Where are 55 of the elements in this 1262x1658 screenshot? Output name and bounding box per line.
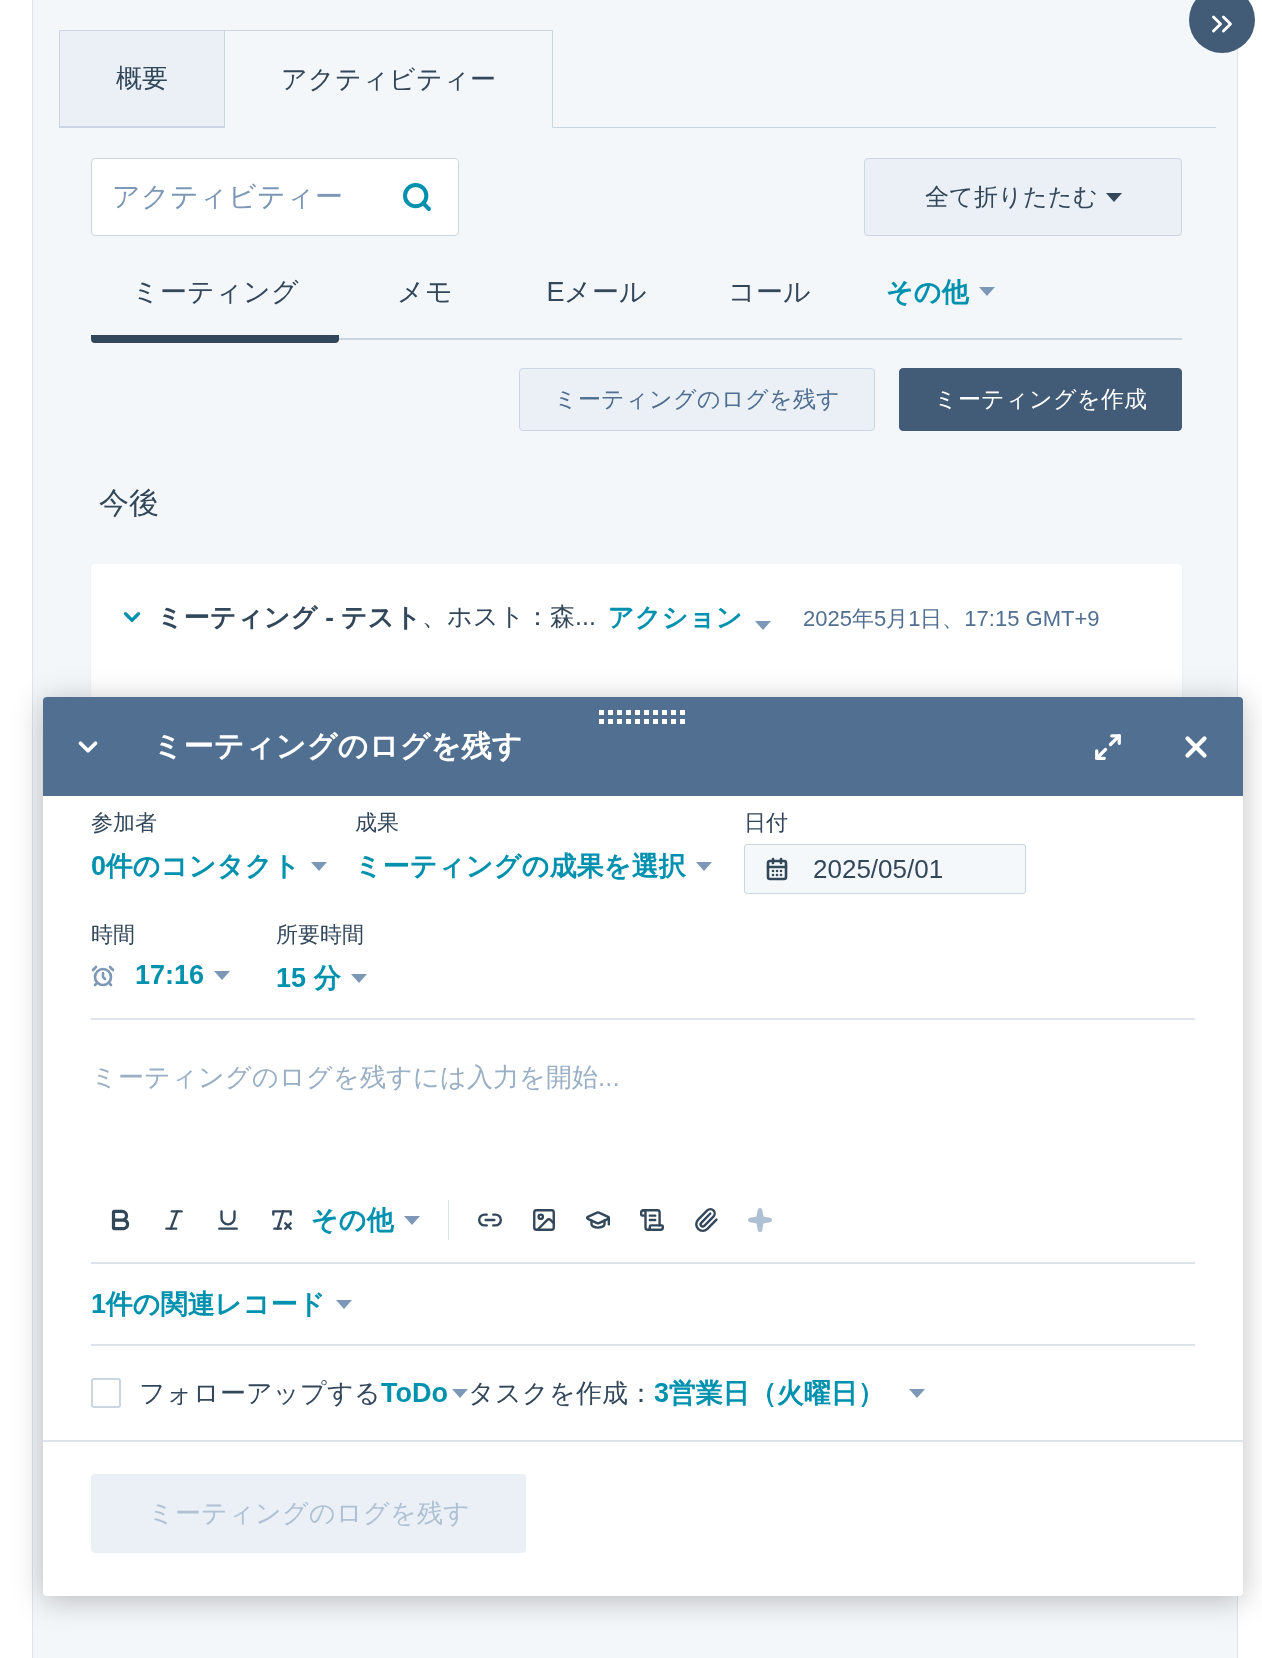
field-label: 所要時間	[276, 921, 366, 949]
due-date-dropdown[interactable]: 3営業日（火曜日）	[654, 1375, 925, 1411]
actions-dropdown[interactable]: アクション	[607, 600, 743, 635]
activity-tab[interactable]: その他	[855, 258, 1025, 343]
field-label: 日付	[744, 809, 790, 837]
caret-icon	[1105, 192, 1122, 202]
collapse-all-button[interactable]: 全て折りたたむ	[864, 158, 1182, 236]
tab[interactable]: アクティビティー	[225, 30, 553, 128]
caret-icon	[336, 1299, 353, 1309]
meeting-host: 、ホスト：森...	[422, 601, 596, 632]
caret-icon	[452, 1388, 468, 1398]
outcome-dropdown[interactable]: ミーティングの成果を選択	[355, 848, 713, 884]
caret-icon	[404, 1215, 420, 1225]
alarm-clock-icon	[91, 963, 115, 988]
activity-tab[interactable]: Eメール	[511, 258, 683, 343]
log-meeting-button[interactable]: ミーティングのログを残す	[519, 368, 875, 431]
caret-icon	[909, 1388, 925, 1398]
dialog-title: ミーティングのログを残す	[153, 728, 524, 764]
field-label: 参加者	[91, 809, 158, 837]
attendees-dropdown[interactable]: 0件のコンタクト	[91, 848, 328, 884]
clear-format-button[interactable]	[269, 1207, 295, 1233]
underline-button[interactable]	[215, 1207, 241, 1233]
search-icon	[401, 181, 433, 213]
caret-icon	[754, 621, 771, 630]
caret-icon	[311, 861, 328, 871]
checkbox[interactable]	[91, 1378, 121, 1408]
calendar-icon	[765, 857, 790, 881]
field-label: 時間	[91, 921, 136, 949]
image-button[interactable]	[531, 1207, 557, 1233]
associations-dropdown[interactable]: 1件の関連レコード	[91, 1286, 353, 1322]
attach-button[interactable]	[693, 1207, 719, 1233]
activity-tab[interactable]: メモ	[339, 258, 511, 343]
followup-label: フォローアップする	[139, 1376, 381, 1410]
caret-icon	[350, 973, 367, 983]
more-dropdown[interactable]: その他	[311, 1202, 420, 1238]
meeting-title: ミーティング - テスト	[157, 601, 423, 634]
meeting-date: 2025年5月1日、17:15 GMT+9	[802, 605, 1100, 633]
field-label: 成果	[355, 809, 401, 837]
caret-icon	[978, 287, 995, 296]
tab[interactable]: 概要	[59, 30, 225, 127]
caret-icon	[696, 861, 713, 871]
search-field[interactable]: アクティビティー	[91, 158, 459, 236]
duration-dropdown[interactable]: 15 分	[276, 960, 367, 996]
document-button[interactable]	[639, 1207, 665, 1233]
section-title: 今後	[99, 485, 160, 521]
expand-panel-button[interactable]	[1189, 0, 1255, 53]
task-type-dropdown[interactable]: ToDo	[381, 1377, 468, 1409]
followup-label: タスクを作成：	[468, 1376, 654, 1410]
activity-tab[interactable]: コール	[683, 258, 855, 343]
create-meeting-button[interactable]: ミーティングを作成	[899, 368, 1182, 431]
expand-button[interactable]	[1093, 731, 1123, 762]
time-dropdown[interactable]: 17:16	[91, 960, 231, 991]
caret-icon	[214, 971, 231, 980]
activity-tab[interactable]: ミーティング	[91, 258, 339, 343]
date-field[interactable]: 2025/05/01	[744, 844, 1027, 894]
